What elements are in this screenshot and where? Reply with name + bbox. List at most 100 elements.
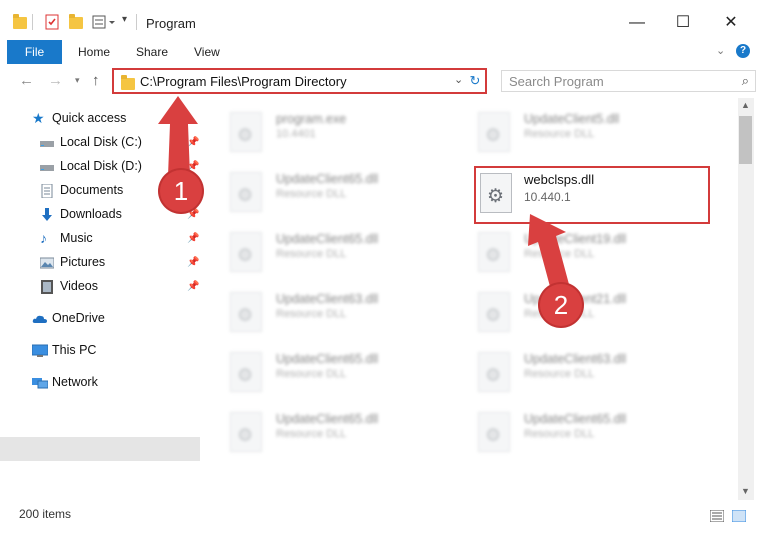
file-name: UpdateClient63.dll xyxy=(524,352,627,366)
list-item[interactable]: UpdateClient19.dll Resource DLL xyxy=(478,228,708,276)
help-icon[interactable]: ? xyxy=(736,44,750,58)
ribbon-tabs: File Home Share View ⌄ ? xyxy=(0,40,769,65)
file-detail: Resource DLL xyxy=(276,188,347,200)
file-detail: Resource DLL xyxy=(276,368,347,380)
dll-file-icon xyxy=(478,232,510,272)
expand-ribbon-icon[interactable]: ⌄ xyxy=(716,44,725,57)
drive-icon xyxy=(40,159,54,173)
list-item[interactable]: UpdateClient65.dll Resource DLL xyxy=(230,168,460,216)
list-item[interactable]: UpdateClient63.dll Resource DLL xyxy=(478,348,708,396)
large-icons-view-icon[interactable] xyxy=(731,509,747,525)
sidebar-item-label: Videos xyxy=(60,279,98,293)
forward-arrow-icon[interactable]: → xyxy=(48,72,63,89)
sidebar-item-label: Downloads xyxy=(60,207,122,221)
file-name: UpdateClient65.dll xyxy=(276,172,379,186)
search-placeholder: Search Program xyxy=(509,74,604,89)
file-detail: Resource DLL xyxy=(524,428,595,440)
new-folder-icon[interactable] xyxy=(68,14,84,30)
dll-file-icon xyxy=(230,232,262,272)
pin-icon[interactable]: 📌 xyxy=(187,161,199,172)
list-item[interactable]: UpdateClient65.dll Resource DLL xyxy=(230,228,460,276)
file-detail: Resource DLL xyxy=(276,248,347,260)
file-name: UpdateClient65.dll xyxy=(276,412,379,426)
file-detail: Resource DLL xyxy=(524,368,595,380)
sidebar-item-label: Local Disk (C:) xyxy=(60,135,142,149)
step-2-badge: 2 xyxy=(540,284,582,326)
exe-file-icon xyxy=(230,112,262,152)
file-name: program.exe xyxy=(276,112,347,126)
tab-view[interactable]: View xyxy=(194,40,220,64)
scrollbar-thumb[interactable] xyxy=(739,116,752,164)
refresh-icon[interactable]: ↻ xyxy=(465,71,485,91)
sidebar-item-label: Music xyxy=(60,231,93,245)
sidebar-item-label: Local Disk (D:) xyxy=(60,159,142,173)
dll-file-icon xyxy=(480,173,512,213)
file-name: UpdateClient65.dll xyxy=(524,412,627,426)
pictures-icon xyxy=(39,255,55,269)
minimize-button[interactable]: — xyxy=(614,8,660,38)
list-item[interactable]: UpdateClient5.dll Resource DLL xyxy=(478,108,708,156)
computer-icon xyxy=(31,343,49,357)
tab-file[interactable]: File xyxy=(7,40,62,64)
address-bar[interactable]: C:\Program Files\Program Directory ⌄ xyxy=(112,68,487,94)
folder-icon xyxy=(120,75,136,90)
search-icon: ⌕ xyxy=(741,73,749,88)
sidebar-item-label: OneDrive xyxy=(52,311,105,325)
music-icon: ♪ xyxy=(40,230,47,246)
highlighted-file-item[interactable]: webclsps.dll 10.440.1 xyxy=(474,166,710,224)
download-icon xyxy=(40,207,54,221)
tab-share[interactable]: Share xyxy=(136,40,168,64)
maximize-button[interactable]: ☐ xyxy=(660,8,706,38)
sidebar-item-label: This PC xyxy=(52,343,97,357)
details-view-icon[interactable] xyxy=(709,509,725,525)
video-icon xyxy=(40,279,54,294)
close-button[interactable]: ✕ xyxy=(708,8,754,38)
file-name: webclsps.dll xyxy=(524,172,595,187)
scroll-up-icon[interactable]: ▲ xyxy=(741,100,750,110)
file-name: UpdateClient63.dll xyxy=(276,292,379,306)
list-item[interactable]: program.exe 10.4401 xyxy=(230,108,460,156)
search-input[interactable]: Search Program ⌕ xyxy=(501,70,756,92)
dll-file-icon xyxy=(478,292,510,332)
dll-file-icon xyxy=(478,352,510,392)
file-detail: Resource DLL xyxy=(276,308,347,320)
title-bar: ▾ Program — ☐ ✕ xyxy=(0,0,769,40)
file-version: 10.440.1 xyxy=(524,190,571,204)
folder-icon xyxy=(12,14,28,30)
file-detail: Resource DLL xyxy=(524,128,595,140)
customize-toolbar-icon[interactable]: ▾ xyxy=(122,14,127,25)
list-item[interactable]: UpdateClient65.dll Resource DLL xyxy=(478,408,708,456)
pin-icon[interactable]: 📌 xyxy=(187,233,199,244)
divider xyxy=(32,14,33,30)
sidebar-item-label: Documents xyxy=(60,183,124,197)
back-arrow-icon[interactable]: ← xyxy=(19,72,34,89)
sidebar-item-label: Quick access xyxy=(52,111,127,125)
item-count: 200 items xyxy=(19,507,72,521)
pin-icon[interactable]: 📌 xyxy=(187,137,199,148)
scroll-down-icon[interactable]: ▼ xyxy=(741,486,750,496)
divider xyxy=(136,14,137,30)
cloud-icon xyxy=(32,311,47,325)
up-arrow-icon[interactable]: ↑ xyxy=(92,72,100,89)
vertical-scrollbar[interactable]: ▲ ▼ xyxy=(738,98,754,500)
file-name: UpdateClient5.dll xyxy=(524,112,620,126)
pin-icon[interactable]: 📌 xyxy=(187,257,199,268)
list-item[interactable]: UpdateClient65.dll Resource DLL xyxy=(230,348,460,396)
tab-home[interactable]: Home xyxy=(78,40,110,64)
address-path: C:\Program Files\Program Directory xyxy=(140,74,347,89)
navigation-pane: ★ Quick access Local Disk (C:) 📌 Local D… xyxy=(0,98,202,498)
pin-icon[interactable]: 📌 xyxy=(187,209,199,220)
dll-file-icon xyxy=(478,112,510,152)
recent-locations-icon[interactable]: ▾ xyxy=(75,75,80,86)
properties-icon[interactable] xyxy=(44,14,60,30)
list-item[interactable]: UpdateClient21.dll Resource DLL xyxy=(478,288,708,336)
pin-icon[interactable]: 📌 xyxy=(187,281,199,292)
view-options-icon[interactable] xyxy=(92,14,115,30)
address-dropdown-icon[interactable]: ⌄ xyxy=(454,73,463,86)
dll-file-icon xyxy=(230,172,262,212)
file-name: UpdateClient65.dll xyxy=(276,232,379,246)
list-item[interactable]: UpdateClient63.dll Resource DLL xyxy=(230,288,460,336)
dll-file-icon xyxy=(230,412,262,452)
star-icon: ★ xyxy=(32,110,45,126)
list-item[interactable]: UpdateClient65.dll Resource DLL xyxy=(230,408,460,456)
